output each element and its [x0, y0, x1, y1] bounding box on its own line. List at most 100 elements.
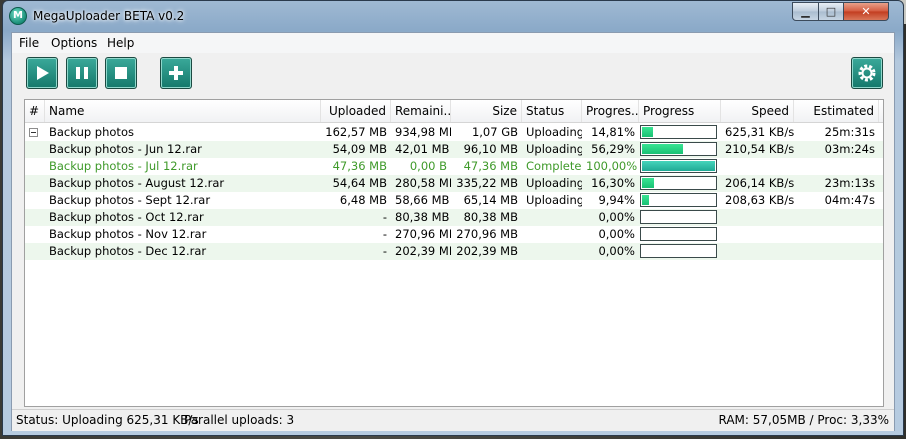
menu-help[interactable]: Help: [107, 36, 134, 50]
cell-estimated: 03m:24s: [824, 142, 875, 156]
cell-status: Uploading: [526, 193, 582, 207]
cell-remaining: 202,39 MB: [395, 244, 451, 258]
parallel-uploads-text: Parallel uploads: 3: [184, 413, 295, 427]
progress-fill: [642, 127, 653, 137]
table-row[interactable]: Backup photos - Jun 12.rar 54,09 MB 42,01 …: [25, 141, 883, 158]
table-row[interactable]: Backup photos - Oct 12.rar -80,38 MB 80,38…: [25, 209, 883, 226]
close-button[interactable]: ✕: [843, 2, 889, 21]
cell-size: 335,22 MB: [456, 176, 518, 190]
resource-usage-text: RAM: 57,05MB / Proc: 3,33%: [718, 413, 890, 427]
header-progress[interactable]: Progress: [639, 100, 721, 122]
menu-file[interactable]: File: [19, 36, 39, 50]
cell-percent: 0,00%: [598, 227, 635, 241]
cell-estimated: [794, 243, 879, 260]
table-row[interactable]: Backup photos - Nov 12.rar -270,96 MB 270,…: [25, 226, 883, 243]
cell-name: Backup photos - Nov 12.rar: [49, 227, 207, 241]
cell-uploaded: 47,36 MB: [332, 159, 387, 173]
stop-icon: [115, 67, 127, 79]
cell-speed: 206,14 KB/s: [725, 176, 794, 190]
header-number[interactable]: #: [25, 100, 45, 122]
add-button[interactable]: [160, 57, 192, 89]
table-row[interactable]: Backup photos - Jul 12.rar 47,36 MB 0,00 B…: [25, 158, 883, 175]
toolbar: [12, 53, 894, 95]
cell-estimated: [794, 209, 879, 226]
cell-size: 80,38 MB: [463, 210, 518, 224]
cell-speed: [721, 158, 794, 175]
cell-remaining: 270,96 MB: [395, 227, 451, 241]
cell-name: Backup photos - August 12.rar: [49, 176, 225, 190]
cell-speed: 208,63 KB/s: [725, 193, 794, 207]
pause-button[interactable]: [66, 57, 98, 89]
collapse-icon[interactable]: [29, 128, 38, 137]
upload-list[interactable]: # Name Uploaded Remaini... Size Status Progres…: [24, 99, 884, 407]
cell-percent: 16,30%: [591, 176, 635, 190]
cell-status: [522, 243, 582, 260]
table-row[interactable]: Backup photos - Sept 12.rar 6,48 MB 58,66 …: [25, 192, 883, 209]
cell-estimated: 25m:31s: [824, 125, 875, 139]
cell-name: Backup photos - Dec 12.rar: [49, 244, 207, 258]
stop-button[interactable]: [105, 57, 137, 89]
progress-bar: [640, 244, 717, 258]
progress-bar: [640, 210, 717, 224]
header-percent[interactable]: Progres...: [582, 100, 639, 122]
pause-icon: [76, 67, 88, 79]
header-size[interactable]: Size: [451, 100, 522, 122]
cell-uploaded: -: [382, 227, 387, 241]
cell-name: Backup photos - Sept 12.rar: [49, 193, 211, 207]
menu-bar: File Options Help: [12, 33, 894, 53]
header-status[interactable]: Status: [522, 100, 582, 122]
progress-fill: [642, 161, 715, 171]
cell-speed: 625,31 KB/s: [725, 125, 794, 139]
app-logo-icon[interactable]: M: [9, 7, 27, 25]
progress-bar: [640, 159, 717, 173]
cell-name: Backup photos: [49, 125, 134, 139]
cell-percent: 9,94%: [598, 193, 635, 207]
cell-percent: 0,00%: [598, 244, 635, 258]
progress-bar: [640, 193, 717, 207]
progress-fill: [642, 195, 649, 205]
progress-bar: [640, 125, 717, 139]
cell-status: Uploading: [526, 176, 582, 190]
maximize-button[interactable]: □: [818, 2, 844, 21]
cell-percent: 100,00%: [586, 159, 638, 173]
cell-name: Backup photos - Oct 12.rar: [49, 210, 204, 224]
cell-status: [522, 226, 582, 243]
header-uploaded[interactable]: Uploaded: [321, 100, 391, 122]
header-remaining[interactable]: Remaini...: [391, 100, 451, 122]
progress-bar: [640, 227, 717, 241]
cell-size: 202,39 MB: [456, 244, 518, 258]
group-row[interactable]: Backup photos 162,57 MB 934,98 MB 1,07 GB Up…: [25, 124, 883, 141]
status-bar: Status: Uploading 625,31 KB/s Parallel u…: [12, 409, 894, 431]
cell-size: 1,07 GB: [471, 125, 518, 139]
close-icon: ✕: [861, 5, 871, 18]
header-estimated[interactable]: Estimated: [794, 100, 879, 122]
app-window: M MegaUploader BETA v0.2 ▁ □ ✕ File Opti…: [2, 0, 904, 436]
title-bar[interactable]: M MegaUploader BETA v0.2 ▁ □ ✕: [3, 1, 903, 32]
cell-uploaded: -: [382, 210, 387, 224]
cell-status: Completed: [526, 159, 582, 173]
cell-estimated: 04m:47s: [824, 193, 875, 207]
client-area: File Options Help # Name Uploaded Remain…: [11, 32, 895, 431]
cell-uploaded: -: [382, 244, 387, 258]
cell-remaining: 280,58 MB: [395, 176, 451, 190]
header-speed[interactable]: Speed: [721, 100, 794, 122]
menu-options[interactable]: Options: [51, 36, 97, 50]
header-name[interactable]: Name: [45, 100, 321, 122]
cell-remaining: 0,00 B: [409, 159, 447, 173]
list-header: # Name Uploaded Remaini... Size Status Progres…: [25, 100, 883, 123]
progress-fill: [642, 144, 683, 154]
settings-button[interactable]: [851, 57, 883, 89]
cell-speed: [721, 226, 794, 243]
progress-fill: [642, 178, 654, 188]
minimize-button[interactable]: ▁: [792, 2, 819, 21]
table-row[interactable]: Backup photos - August 12.rar 54,64 MB 280…: [25, 175, 883, 192]
maximize-icon: □: [825, 5, 837, 18]
table-row[interactable]: Backup photos - Dec 12.rar -202,39 MB 202,…: [25, 243, 883, 260]
cell-speed: [721, 209, 794, 226]
status-text: Status: Uploading 625,31 KB/s: [16, 413, 199, 427]
window-title: MegaUploader BETA v0.2: [33, 9, 185, 23]
start-button[interactable]: [26, 57, 58, 89]
cell-uploaded: 162,57 MB: [325, 125, 387, 139]
cell-status: Uploading: [526, 125, 582, 139]
cell-remaining: 42,01 MB: [395, 142, 450, 156]
